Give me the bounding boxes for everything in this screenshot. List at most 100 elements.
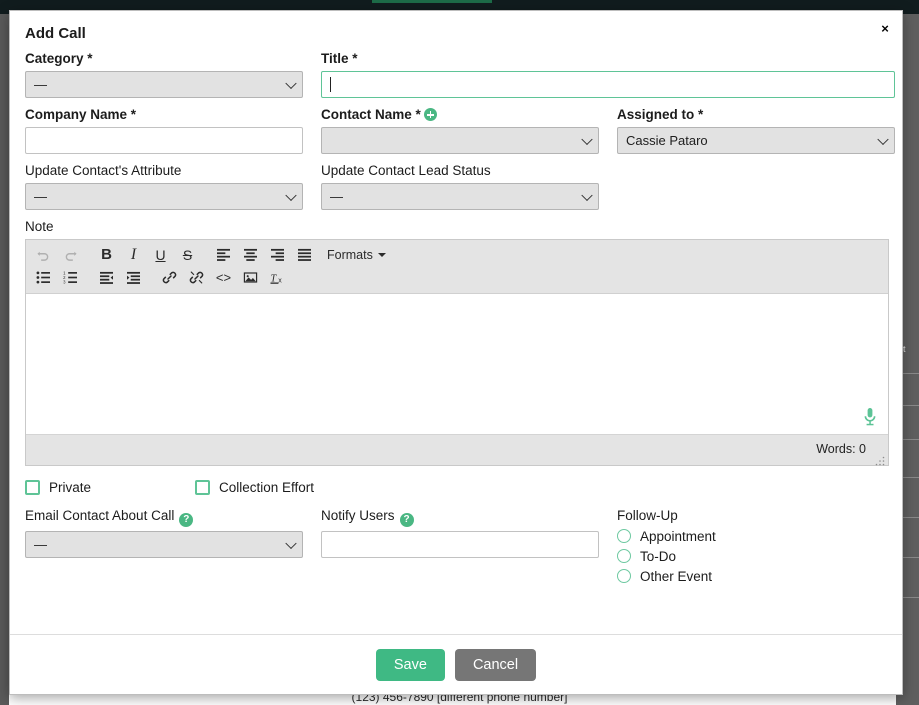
bullet-list-icon[interactable] [30, 267, 57, 289]
collection-effort-label: Collection Effort [219, 480, 314, 495]
editor-toolbar-row-2: 123 <> [30, 266, 884, 289]
editor-status-bar: Words: 0 [26, 434, 888, 465]
field-notify-users: Notify Users? [321, 508, 599, 586]
note-editor: B I U S [25, 239, 889, 466]
svg-text:3: 3 [63, 280, 66, 284]
field-update-contact-lead-status: Update Contact Lead Status — [321, 163, 599, 210]
strikethrough-icon[interactable]: S [174, 244, 201, 266]
chevron-down-icon [285, 77, 296, 88]
radio-other-event[interactable] [617, 569, 631, 583]
label-update-contact-lead-status: Update Contact Lead Status [321, 163, 599, 179]
spacer [617, 163, 895, 210]
update-contacts-attribute-select[interactable]: — [25, 183, 303, 210]
close-icon[interactable]: × [877, 21, 893, 37]
radio-other-event-label: Other Event [640, 569, 712, 584]
field-category: Category * — [25, 51, 303, 98]
label-assigned-to: Assigned to * [617, 107, 895, 123]
resize-grip-handle[interactable] [875, 453, 885, 463]
collection-effort-checkbox[interactable] [195, 480, 210, 495]
undo-icon[interactable] [30, 244, 57, 266]
radio-appointment-group: Appointment [617, 526, 895, 546]
label-follow-up: Follow-Up [617, 508, 895, 524]
assigned-to-value: Cassie Pataro [626, 133, 708, 148]
microphone-icon[interactable] [863, 407, 877, 427]
chevron-down-icon [877, 133, 888, 144]
redo-icon[interactable] [57, 244, 84, 266]
svg-text:x: x [278, 277, 282, 284]
field-title: Title * [321, 51, 895, 98]
chevron-down-icon [285, 189, 296, 200]
background-left-rail [0, 14, 9, 705]
radio-appointment-label: Appointment [640, 529, 716, 544]
label-note: Note [25, 219, 887, 235]
assigned-to-select[interactable]: Cassie Pataro [617, 127, 895, 154]
label-company-name: Company Name * [25, 107, 303, 123]
add-call-modal: Add Call × Category * — Title * Company … [9, 10, 903, 695]
label-update-contacts-attribute: Update Contact's Attribute [25, 163, 303, 179]
label-notify-users: Notify Users? [321, 508, 599, 527]
align-justify-icon[interactable] [291, 244, 318, 266]
formats-dropdown[interactable]: Formats [318, 244, 392, 266]
source-code-icon[interactable]: <> [210, 267, 237, 289]
field-assigned-to: Assigned to * Cassie Pataro [617, 107, 895, 154]
update-contacts-attribute-value: — [34, 189, 47, 204]
category-value: — [34, 77, 47, 92]
checkbox-collection-effort-group: Collection Effort [195, 480, 314, 495]
editor-toolbar-row-1: B I U S [30, 243, 884, 266]
add-contact-icon[interactable] [424, 108, 437, 121]
align-center-icon[interactable] [237, 244, 264, 266]
chevron-down-icon [378, 253, 386, 257]
form-row-email-notify-followup: Email Contact About Call? — Notify Users… [25, 508, 887, 586]
bold-icon[interactable]: B [93, 244, 120, 266]
radio-other-event-group: Other Event [617, 566, 895, 586]
company-name-input[interactable] [25, 127, 303, 154]
text-caret [330, 77, 331, 92]
indent-icon[interactable] [120, 267, 147, 289]
private-checkbox[interactable] [25, 480, 40, 495]
chevron-down-icon [581, 189, 592, 200]
checkbox-row: Private Collection Effort [25, 477, 887, 497]
image-icon[interactable] [237, 267, 264, 289]
align-right-icon[interactable] [264, 244, 291, 266]
radio-todo-label: To-Do [640, 549, 676, 564]
form-row-company-contact-assigned: Company Name * Contact Name * Assigned t… [25, 107, 887, 154]
help-icon[interactable]: ? [179, 513, 193, 527]
email-contact-about-call-value: — [34, 537, 47, 552]
italic-icon[interactable]: I [120, 244, 147, 266]
modal-footer: Save Cancel [10, 634, 902, 694]
field-company-name: Company Name * [25, 107, 303, 154]
form-row-category-title: Category * — Title * [25, 51, 887, 98]
unlink-icon[interactable] [183, 267, 210, 289]
clear-formatting-icon[interactable]: Tx [264, 267, 291, 289]
chevron-down-icon [285, 537, 296, 548]
align-left-icon[interactable] [210, 244, 237, 266]
cancel-button[interactable]: Cancel [455, 649, 536, 681]
link-icon[interactable] [156, 267, 183, 289]
field-follow-up: Follow-Up Appointment To-Do Other Event [617, 508, 895, 586]
contact-name-select[interactable] [321, 127, 599, 154]
radio-todo-group: To-Do [617, 546, 895, 566]
label-email-contact-about-call: Email Contact About Call? [25, 508, 303, 527]
navbar-accent-underline [372, 0, 492, 3]
outdent-icon[interactable] [93, 267, 120, 289]
notify-users-input[interactable] [321, 531, 599, 558]
underline-icon[interactable]: U [147, 244, 174, 266]
numbered-list-icon[interactable]: 123 [57, 267, 84, 289]
radio-appointment[interactable] [617, 529, 631, 543]
modal-body: Category * — Title * Company Name * Cont… [10, 51, 902, 595]
radio-todo[interactable] [617, 549, 631, 563]
email-contact-about-call-select[interactable]: — [25, 531, 303, 558]
help-icon[interactable]: ? [400, 513, 414, 527]
update-contact-lead-status-select[interactable]: — [321, 183, 599, 210]
field-contact-name: Contact Name * [321, 107, 599, 154]
editor-toolbar: B I U S [26, 240, 888, 294]
chevron-down-icon [581, 133, 592, 144]
formats-label: Formats [327, 248, 373, 262]
save-button[interactable]: Save [376, 649, 445, 681]
label-title: Title * [321, 51, 895, 67]
note-editor-content[interactable] [26, 294, 888, 434]
field-email-contact-about-call: Email Contact About Call? — [25, 508, 303, 586]
category-select[interactable]: — [25, 71, 303, 98]
modal-title: Add Call [25, 25, 86, 42]
title-input[interactable] [321, 71, 895, 98]
